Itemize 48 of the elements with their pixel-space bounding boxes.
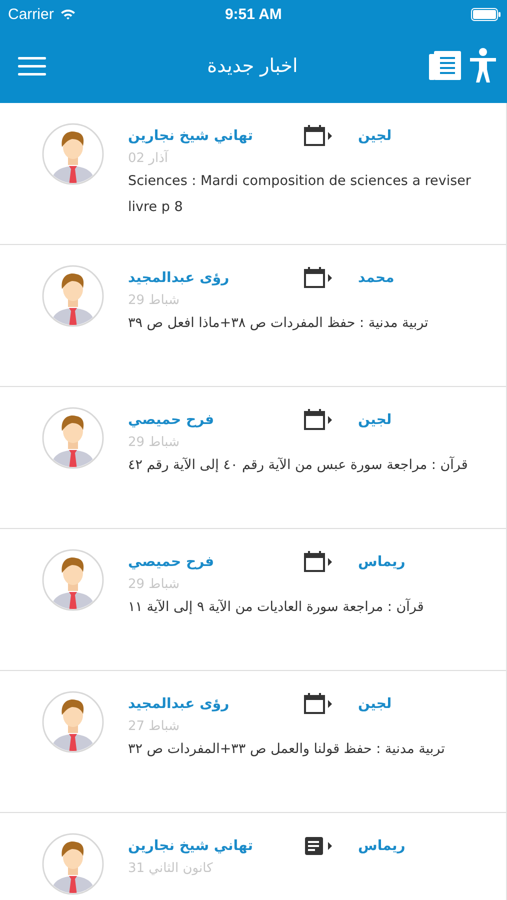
student-name: ريماس: [358, 838, 406, 854]
wifi-icon: [60, 8, 76, 20]
sender-name: رؤى عبدالمجيد: [128, 270, 230, 286]
news-item[interactable]: فرح حميصي لجين شباط 29 قرآن : مراجعة سورة عبس من الآية رقم ٤٠ إلى الآية رقم ٤٢: [0, 387, 506, 529]
avatar-icon: [42, 265, 104, 327]
news-item[interactable]: رؤى عبدالمجيد محمد شباط 29 تربية مدنية : حفظ المفردات ص ٣٨+ماذا افعل ص ٣٩: [0, 245, 506, 387]
sender-name: فرح حميصي: [128, 554, 215, 570]
calendar-icon: [304, 409, 332, 431]
student-name: محمد: [358, 270, 394, 286]
news-item[interactable]: فرح حميصي ريماس شباط 29 قرآن : مراجعة سورة العاديات من الآية ٩ إلى الآية ١١: [0, 529, 506, 671]
message-text: تربية مدنية : حفظ المفردات ص ٣٨+ماذا افعل ص ٣٩: [128, 314, 430, 333]
news-item[interactable]: تهاني شيخ نجارين ريماس كانون الثاني 31: [0, 813, 506, 900]
news-item[interactable]: رؤى عبدالمجيد لجين شباط 27 تربية مدنية : حفظ قولنا والعمل ص ٣٣+المفردات ص ٣٢: [0, 671, 506, 813]
message-text: تربية مدنية : حفظ قولنا والعمل ص ٣٣+المفردات ص ٣٢: [128, 740, 446, 759]
clock-label: 9:51 AM: [224, 6, 282, 22]
sender-name: فرح حميصي: [128, 412, 215, 428]
accessibility-icon[interactable]: [468, 48, 497, 84]
newspaper-icon[interactable]: [428, 50, 461, 82]
avatar-icon: [42, 833, 104, 895]
date-label: شباط 29: [128, 435, 180, 450]
calendar-icon: [304, 267, 332, 289]
avatar-icon: [42, 123, 104, 185]
menu-icon[interactable]: [18, 56, 46, 76]
date-label: آذار 02: [128, 151, 168, 166]
date-label: كانون الثاني 31: [128, 861, 213, 876]
student-name: ريماس: [358, 554, 406, 570]
date-label: شباط 27: [128, 719, 180, 734]
date-label: شباط 29: [128, 577, 180, 592]
avatar-icon: [42, 407, 104, 469]
sender-name: رؤى عبدالمجيد: [128, 696, 230, 712]
message-text: قرآن : مراجعة سورة عبس من الآية رقم ٤٠ إلى الآية رقم ٤٢: [128, 456, 469, 475]
calendar-icon: [304, 125, 332, 147]
student-name: لجين: [358, 128, 392, 144]
student-name: لجين: [358, 412, 392, 428]
carrier-label: Carrier: [8, 6, 54, 22]
avatar-icon: [42, 691, 104, 753]
date-label: شباط 29: [128, 293, 180, 308]
message-text: قرآن : مراجعة سورة العاديات من الآية ٩ إلى الآية ١١: [128, 598, 425, 617]
avatar-icon: [42, 549, 104, 611]
page-title: اخبار جديدة: [207, 54, 298, 76]
sender-name: تهاني شيخ نجارين: [128, 838, 254, 854]
calendar-icon: [304, 551, 332, 573]
message-text: Sciences : Mardi composition de sciences a reviser livre p 8: [128, 172, 472, 217]
document-icon: [304, 835, 332, 857]
student-name: لجين: [358, 696, 392, 712]
calendar-icon: [304, 693, 332, 715]
sender-name: تهاني شيخ نجارين: [128, 128, 254, 144]
battery-icon: [471, 8, 501, 20]
